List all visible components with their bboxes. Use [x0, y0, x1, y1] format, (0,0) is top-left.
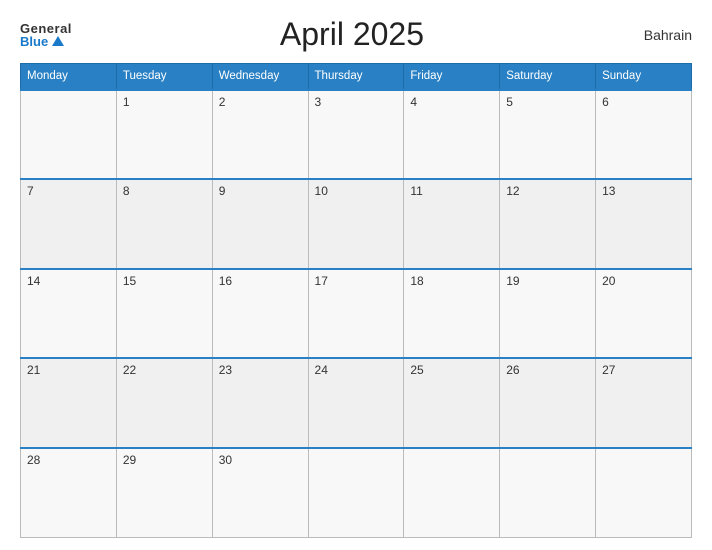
- calendar-cell: 10: [308, 179, 404, 269]
- calendar-cell: [308, 448, 404, 538]
- day-number: 24: [315, 363, 328, 377]
- calendar-cell: 20: [596, 269, 692, 359]
- calendar-cell: 28: [21, 448, 117, 538]
- day-number: 8: [123, 184, 130, 198]
- day-number: 26: [506, 363, 519, 377]
- logo: General Blue: [20, 22, 72, 48]
- calendar-cell: 7: [21, 179, 117, 269]
- calendar-cell: 24: [308, 358, 404, 448]
- calendar-cell: 14: [21, 269, 117, 359]
- calendar-cell: 1: [116, 90, 212, 180]
- calendar-cell: 4: [404, 90, 500, 180]
- calendar-cell: [596, 448, 692, 538]
- day-number: 17: [315, 274, 328, 288]
- calendar-cell: 25: [404, 358, 500, 448]
- calendar-page: General Blue April 2025 Bahrain Monday T…: [0, 0, 712, 550]
- calendar-cell: 12: [500, 179, 596, 269]
- day-number: 14: [27, 274, 40, 288]
- calendar-cell: 17: [308, 269, 404, 359]
- calendar-week-row: 14 15 16 17 18 19 20: [21, 269, 692, 359]
- calendar-cell: 16: [212, 269, 308, 359]
- col-thursday: Thursday: [308, 64, 404, 90]
- calendar-cell: 3: [308, 90, 404, 180]
- calendar-cell: 8: [116, 179, 212, 269]
- day-number: 5: [506, 95, 513, 109]
- day-number: 23: [219, 363, 232, 377]
- day-number: 9: [219, 184, 226, 198]
- calendar-cell: 19: [500, 269, 596, 359]
- calendar-week-row: 7 8 9 10 11 12 13: [21, 179, 692, 269]
- day-number: 10: [315, 184, 328, 198]
- calendar-week-row: 21 22 23 24 25 26 27: [21, 358, 692, 448]
- calendar-cell: 13: [596, 179, 692, 269]
- day-number: 7: [27, 184, 34, 198]
- calendar-cell: 9: [212, 179, 308, 269]
- col-monday: Monday: [21, 64, 117, 90]
- day-number: 3: [315, 95, 322, 109]
- logo-general-text: General: [20, 22, 72, 35]
- col-saturday: Saturday: [500, 64, 596, 90]
- day-number: 15: [123, 274, 136, 288]
- day-number: 16: [219, 274, 232, 288]
- day-number: 30: [219, 453, 232, 467]
- header: General Blue April 2025 Bahrain: [20, 16, 692, 53]
- day-number: 29: [123, 453, 136, 467]
- day-number: 1: [123, 95, 130, 109]
- calendar-table: Monday Tuesday Wednesday Thursday Friday…: [20, 63, 692, 538]
- calendar-cell: 15: [116, 269, 212, 359]
- calendar-week-row: 1 2 3 4 5 6: [21, 90, 692, 180]
- col-tuesday: Tuesday: [116, 64, 212, 90]
- calendar-cell: [404, 448, 500, 538]
- calendar-cell: 22: [116, 358, 212, 448]
- calendar-cell: 26: [500, 358, 596, 448]
- calendar-cell: 6: [596, 90, 692, 180]
- day-number: 11: [410, 184, 422, 198]
- col-friday: Friday: [404, 64, 500, 90]
- country-label: Bahrain: [632, 27, 692, 43]
- day-number: 4: [410, 95, 417, 109]
- col-wednesday: Wednesday: [212, 64, 308, 90]
- day-number: 21: [27, 363, 40, 377]
- calendar-cell: 5: [500, 90, 596, 180]
- calendar-cell: [500, 448, 596, 538]
- day-number: 19: [506, 274, 519, 288]
- logo-triangle-icon: [52, 36, 64, 46]
- calendar-cell: 11: [404, 179, 500, 269]
- calendar-week-row: 28 29 30: [21, 448, 692, 538]
- day-number: 6: [602, 95, 609, 109]
- day-number: 22: [123, 363, 136, 377]
- calendar-cell: 30: [212, 448, 308, 538]
- col-sunday: Sunday: [596, 64, 692, 90]
- day-number: 27: [602, 363, 615, 377]
- day-number: 25: [410, 363, 423, 377]
- day-number: 20: [602, 274, 615, 288]
- calendar-header-row: Monday Tuesday Wednesday Thursday Friday…: [21, 64, 692, 90]
- calendar-cell: 27: [596, 358, 692, 448]
- calendar-cell: [21, 90, 117, 180]
- calendar-cell: 23: [212, 358, 308, 448]
- calendar-cell: 2: [212, 90, 308, 180]
- calendar-cell: 18: [404, 269, 500, 359]
- day-number: 28: [27, 453, 40, 467]
- day-number: 18: [410, 274, 423, 288]
- calendar-cell: 29: [116, 448, 212, 538]
- day-number: 13: [602, 184, 615, 198]
- logo-blue-text: Blue: [20, 35, 72, 48]
- day-number: 12: [506, 184, 519, 198]
- day-number: 2: [219, 95, 226, 109]
- calendar-cell: 21: [21, 358, 117, 448]
- month-title: April 2025: [72, 16, 632, 53]
